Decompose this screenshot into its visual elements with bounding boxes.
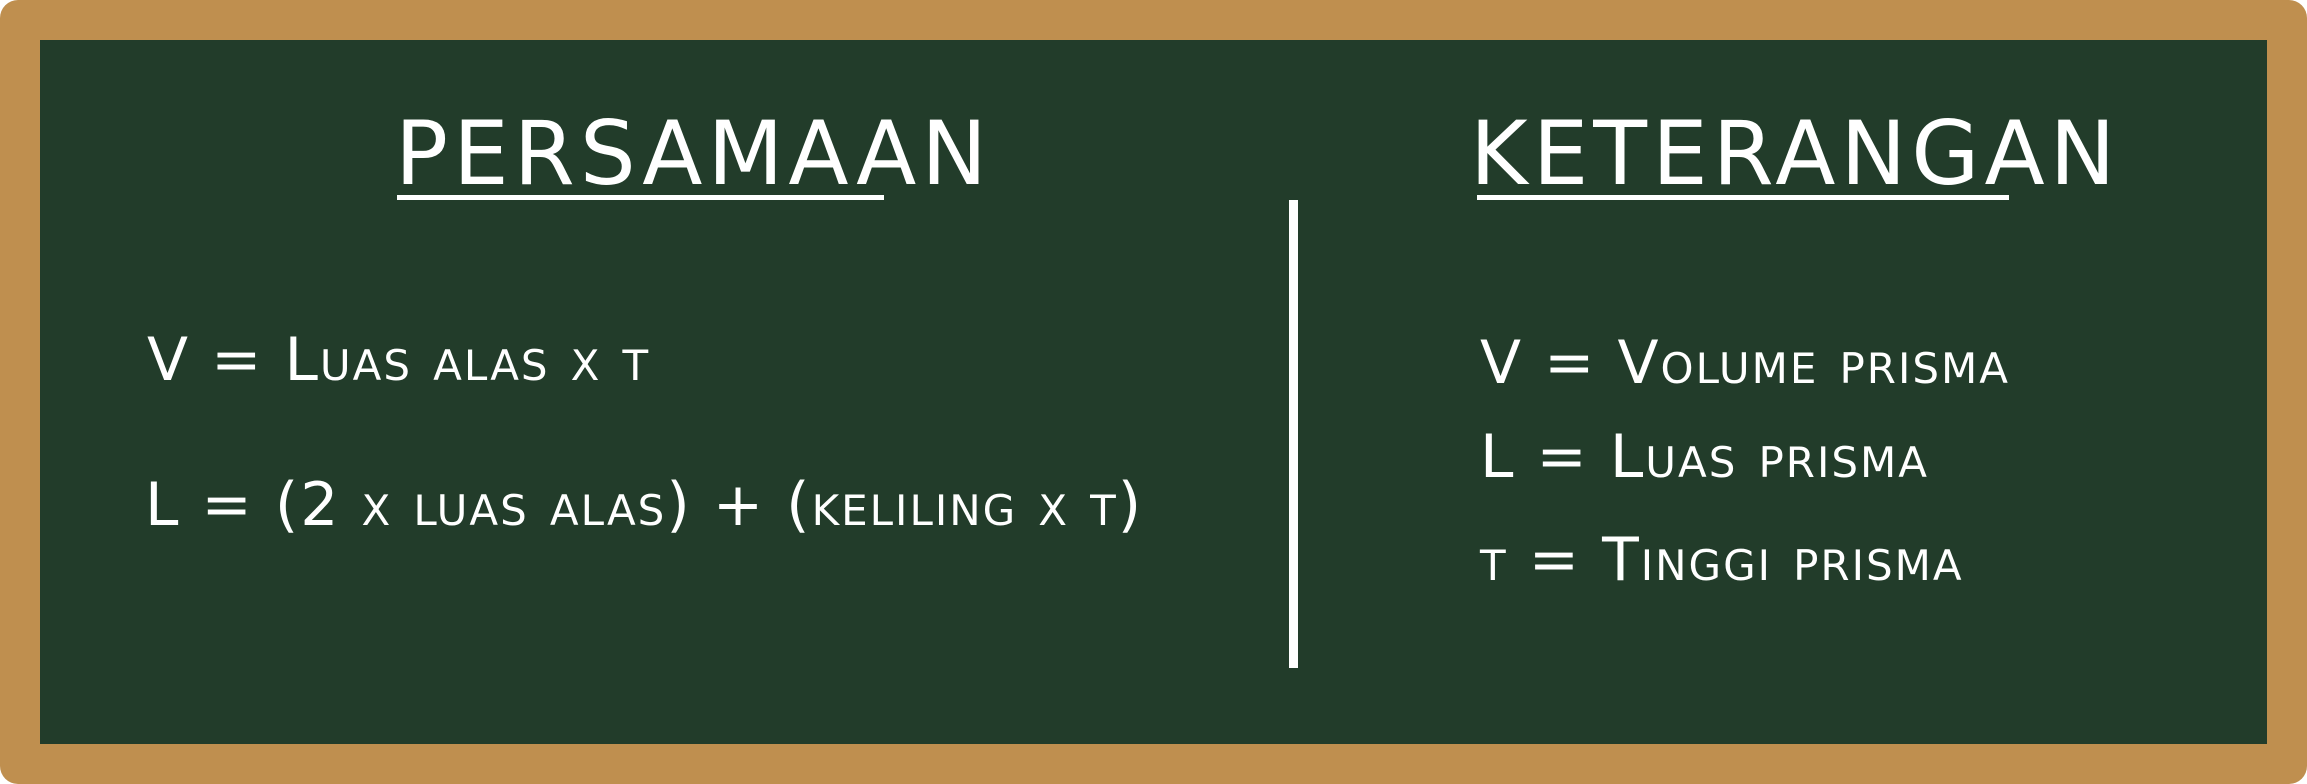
definition-height: t = Tinggi prisma xyxy=(1480,525,1964,595)
equation-volume: V = Luas alas x t xyxy=(147,325,651,395)
chalkboard: PERSAMAAN V = Luas alas x t L = (2 x lua… xyxy=(40,40,2267,744)
center-divider xyxy=(1289,200,1298,668)
definition-volume: V = Volume prisma xyxy=(1480,328,2010,398)
persamaan-heading: PERSAMAAN xyxy=(395,102,993,205)
persamaan-underline xyxy=(397,195,884,200)
keterangan-heading: KETERANGAN xyxy=(1470,102,2121,205)
equation-surface-area: L = (2 x luas alas) + (keliling x t) xyxy=(145,470,1144,540)
definition-area: L = Luas prisma xyxy=(1480,422,1930,492)
chalkboard-frame: PERSAMAAN V = Luas alas x t L = (2 x lua… xyxy=(0,0,2307,784)
keterangan-underline xyxy=(1477,195,2009,200)
